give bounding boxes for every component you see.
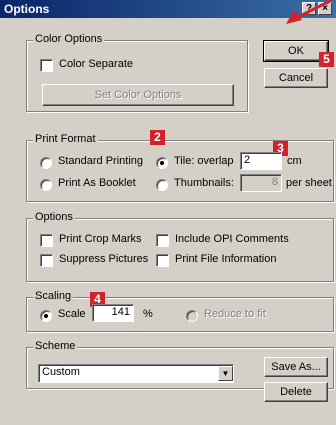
options-group: Options: [26, 211, 334, 282]
save-as-button[interactable]: Save As...: [264, 357, 328, 377]
set-color-options-button[interactable]: Set Color Options: [42, 84, 234, 106]
callout-badge-2: 2: [150, 130, 165, 145]
callout-arrow-icon: [286, 0, 333, 24]
print-as-booklet-radio[interactable]: [40, 179, 52, 191]
window-title: Options: [4, 2, 50, 16]
suppress-pictures-label: Suppress Pictures: [59, 253, 149, 265]
print-file-information-label: Print File Information: [175, 253, 277, 265]
thumbnails-radio[interactable]: [156, 179, 168, 191]
radio-selected-dot: [44, 314, 48, 318]
include-opi-comments-label: Include OPI Comments: [175, 233, 289, 245]
standard-printing-label: Standard Printing: [58, 155, 143, 167]
color-separate-label: Color Separate: [59, 58, 133, 70]
options-dialog: Options ? × Color Options Color Separate…: [0, 0, 336, 425]
print-crop-marks-label: Print Crop Marks: [59, 233, 142, 245]
scaling-legend: Scaling: [33, 290, 74, 302]
callout-badge-5: 5: [319, 52, 334, 67]
options-legend: Options: [33, 211, 75, 223]
print-crop-marks-checkbox[interactable]: [40, 234, 53, 247]
scale-percent-unit: %: [143, 308, 153, 320]
include-opi-comments-checkbox[interactable]: [156, 234, 169, 247]
thumbnails-per-sheet-input[interactable]: 8: [240, 174, 282, 192]
tile-overlap-unit: cm: [287, 155, 302, 167]
scale-radio[interactable]: [40, 310, 52, 322]
standard-printing-radio[interactable]: [40, 157, 52, 169]
tile-radio[interactable]: [156, 157, 168, 169]
delete-button[interactable]: Delete: [264, 382, 328, 402]
suppress-pictures-checkbox[interactable]: [40, 254, 53, 267]
thumbnails-unit: per sheet: [286, 177, 332, 189]
thumbnails-label: Thumbnails:: [174, 177, 234, 189]
reduce-to-fit-radio[interactable]: [186, 310, 198, 322]
tile-overlap-label: Tile: overlap: [174, 155, 234, 167]
reduce-to-fit-label: Reduce to fit: [204, 308, 266, 320]
tile-overlap-input[interactable]: 2: [240, 152, 282, 170]
print-format-legend: Print Format: [33, 133, 98, 145]
print-file-information-checkbox[interactable]: [156, 254, 169, 267]
scale-label: Scale: [58, 308, 86, 320]
print-as-booklet-label: Print As Booklet: [58, 177, 136, 189]
color-options-legend: Color Options: [33, 33, 105, 45]
chevron-down-icon[interactable]: ▼: [218, 366, 233, 381]
color-separate-checkbox[interactable]: [40, 59, 53, 72]
scheme-legend: Scheme: [33, 340, 78, 352]
scheme-select[interactable]: Custom: [38, 364, 234, 383]
cancel-button[interactable]: Cancel: [264, 68, 328, 88]
scale-percent-input[interactable]: 141: [92, 304, 134, 322]
radio-selected-dot: [160, 161, 164, 165]
